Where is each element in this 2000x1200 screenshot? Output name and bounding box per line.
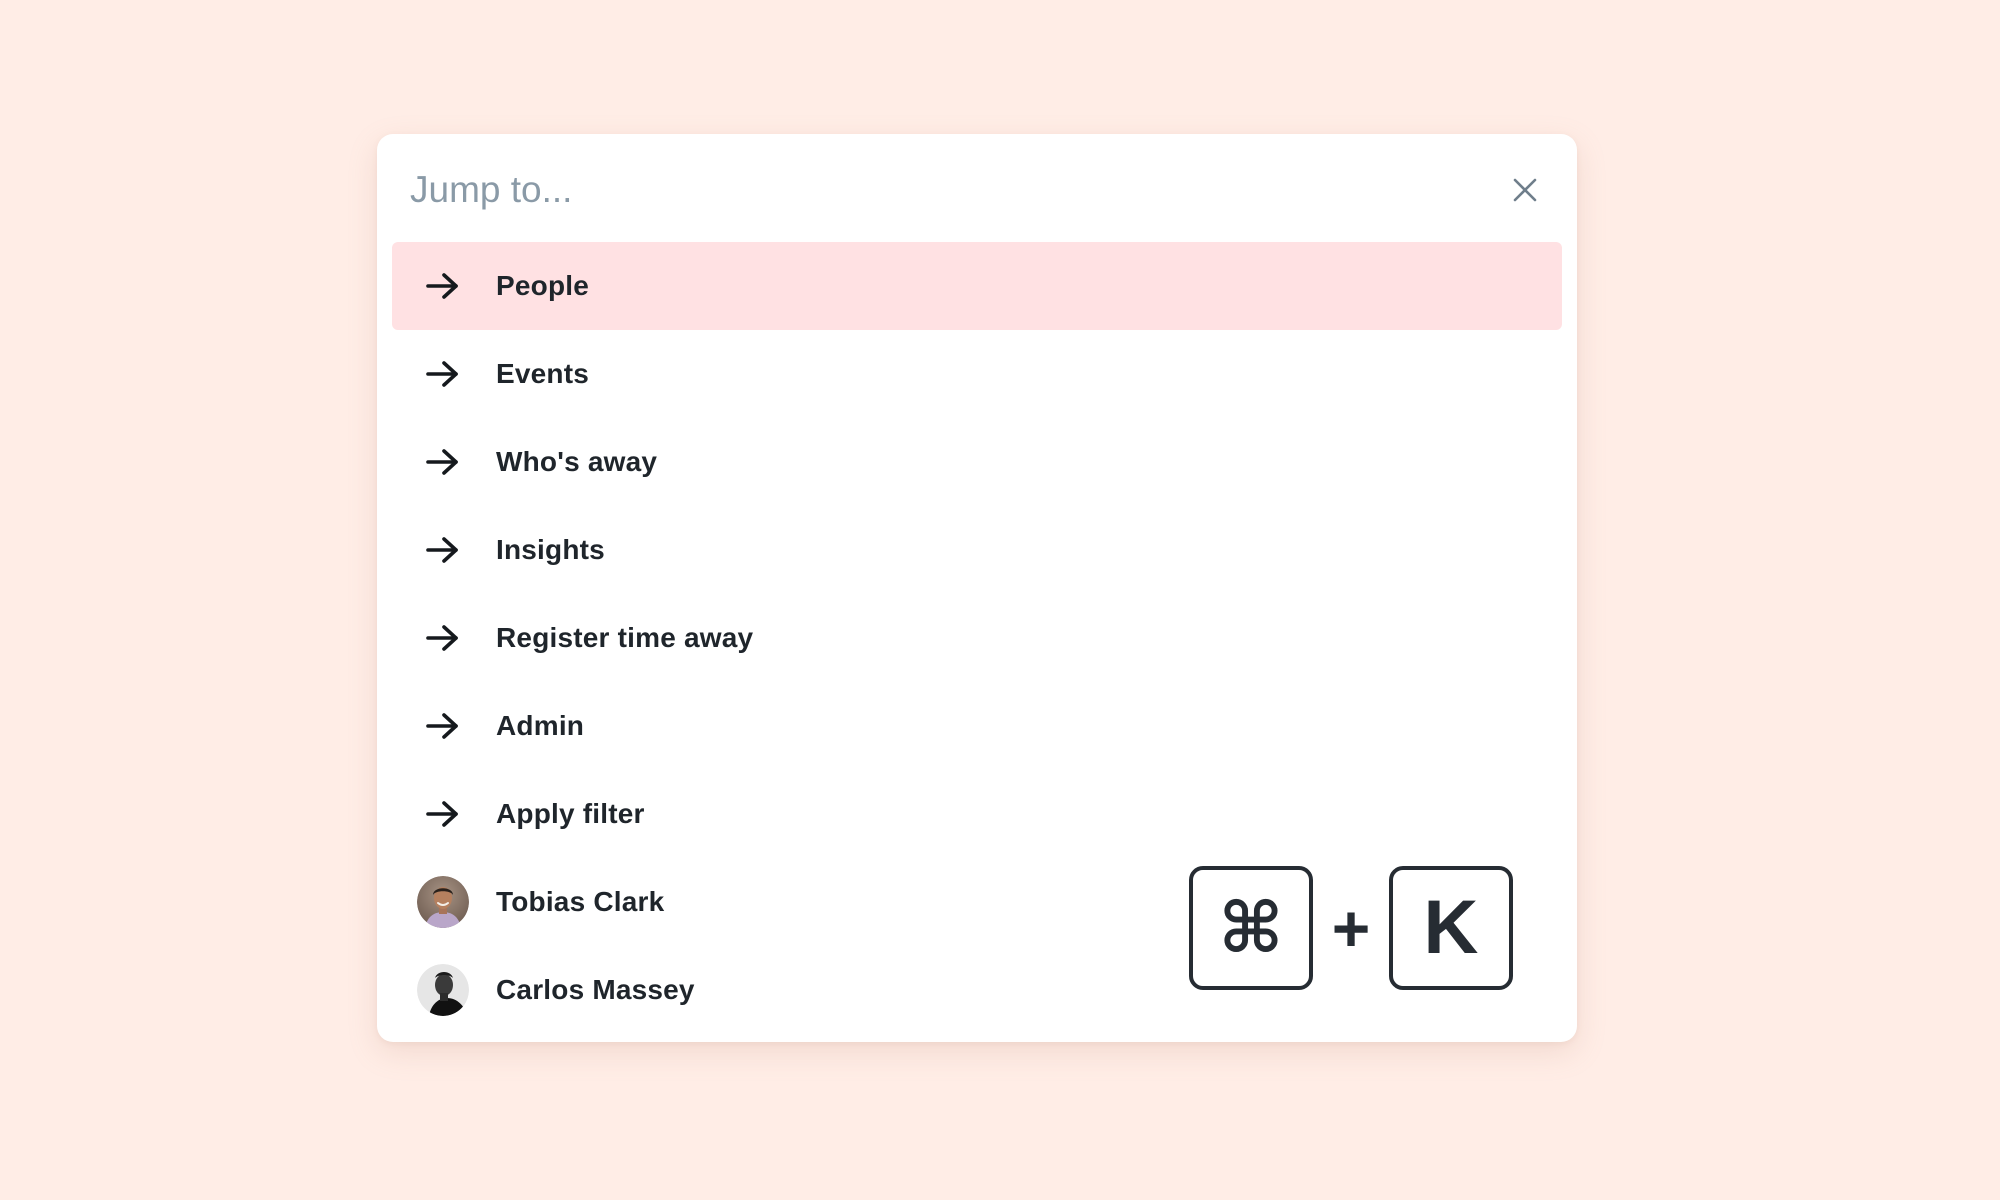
result-label: Tobias Clark (496, 886, 665, 917)
arrow-right-icon (417, 788, 469, 840)
avatar (417, 876, 469, 928)
close-button[interactable] (1503, 168, 1547, 212)
result-label: Insights (496, 534, 605, 565)
result-label: Who's away (496, 446, 658, 477)
result-label: Carlos Massey (496, 974, 695, 1005)
command-key: ⌘ (1189, 866, 1313, 990)
result-label: Admin (496, 710, 585, 741)
arrow-right-icon (417, 700, 469, 752)
result-item-insights[interactable]: Insights (392, 506, 1562, 594)
arrow-right-icon (417, 260, 469, 312)
result-item-whos-away[interactable]: Who's away (392, 418, 1562, 506)
arrow-right-icon (417, 348, 469, 400)
k-key: K (1389, 866, 1513, 990)
keyboard-shortcut-hint: ⌘ + K (1189, 866, 1513, 990)
result-item-apply-filter[interactable]: Apply filter (392, 770, 1562, 858)
result-item-people[interactable]: People (392, 242, 1562, 330)
arrow-right-icon (417, 436, 469, 488)
result-item-register-time-away[interactable]: Register time away (392, 594, 1562, 682)
result-item-events[interactable]: Events (392, 330, 1562, 418)
result-label: Events (496, 358, 590, 389)
result-label: Register time away (496, 622, 754, 653)
avatar (417, 964, 469, 1016)
close-icon (1513, 178, 1537, 202)
result-label: Apply filter (496, 798, 645, 829)
plus-sign: + (1331, 891, 1371, 965)
result-item-admin[interactable]: Admin (392, 682, 1562, 770)
result-label: People (496, 270, 590, 301)
arrow-right-icon (417, 524, 469, 576)
search-input[interactable] (410, 164, 1410, 216)
arrow-right-icon (417, 612, 469, 664)
command-palette: People Events Who's away (377, 134, 1577, 1042)
